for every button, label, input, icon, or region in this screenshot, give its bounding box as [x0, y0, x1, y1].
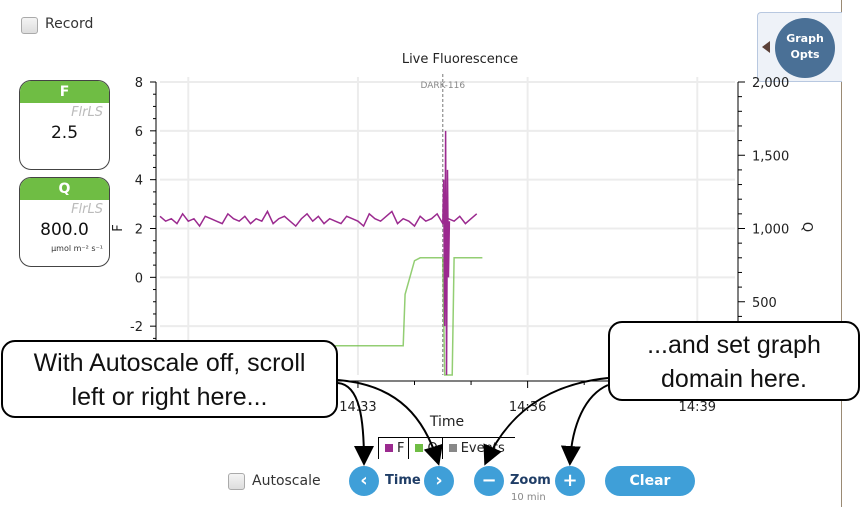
time-prev-button[interactable]: ‹ — [349, 466, 379, 496]
series-line-f — [159, 209, 478, 228]
legend: F Q Events — [378, 437, 515, 459]
legend-swatch — [415, 444, 424, 452]
zoom-label: Zoom — [510, 473, 551, 488]
callout-scroll-line2: left or right here... — [71, 383, 268, 411]
zoom-in-button[interactable]: + — [555, 466, 585, 496]
y-left-label: F — [111, 224, 126, 231]
clear-button[interactable]: Clear — [605, 466, 695, 496]
autoscale-label: Autoscale — [252, 473, 321, 489]
y-left-tick-label: 2 — [135, 223, 143, 238]
zoom-out-button[interactable]: − — [474, 466, 504, 496]
legend-label: Events — [460, 441, 505, 456]
y-right-label: Q — [799, 222, 814, 232]
zoom-value: 10 min — [511, 492, 546, 503]
y-left-tick-label: 0 — [135, 271, 143, 286]
y-right-tick-label: 2,000 — [752, 76, 789, 91]
y-left-tick-label: 8 — [135, 76, 143, 91]
x-tick-label: 14:39 — [679, 400, 716, 415]
x-tick-label: 14:36 — [509, 400, 546, 415]
y-right-tick-label: 1,000 — [752, 223, 789, 238]
legend-label: F — [397, 441, 405, 456]
y-right-tick-label: 1,500 — [752, 149, 789, 164]
y-left-tick-label: -2 — [130, 320, 143, 335]
x-tick-label: 14:33 — [339, 400, 376, 415]
legend-swatch — [385, 444, 393, 452]
time-next-button[interactable]: › — [424, 466, 454, 496]
callout-scroll-line1: With Autoscale off, scroll — [33, 349, 306, 377]
live-fluorescence-chart[interactable]: Live Fluorescence 8 6 4 2 0 -2 F 14:33 14:36 14:39… — [0, 0, 862, 507]
legend-swatch — [448, 444, 457, 452]
event-label: DARK-116 — [420, 81, 465, 91]
callout-domain-line1: ...and set graph — [647, 331, 821, 359]
legend-label: Q — [427, 441, 438, 456]
time-label: Time — [385, 473, 421, 488]
y-left-tick-label: 6 — [135, 125, 143, 140]
chart-title: Live Fluorescence — [402, 52, 518, 67]
legend-item-events[interactable]: Events — [441, 438, 509, 459]
callout-scroll: With Autoscale off, scroll left or right… — [1, 340, 338, 418]
y-left-tick-label: 4 — [135, 174, 143, 189]
legend-item-q[interactable]: Q — [408, 438, 441, 459]
autoscale-checkbox[interactable] — [228, 473, 245, 490]
legend-item-f[interactable]: F — [378, 438, 408, 459]
y-right-tick-label: 500 — [752, 296, 777, 311]
callout-domain-line2: domain here. — [661, 365, 807, 393]
callout-domain: ...and set graph domain here. — [608, 321, 860, 401]
x-axis-label: Time — [429, 414, 464, 430]
